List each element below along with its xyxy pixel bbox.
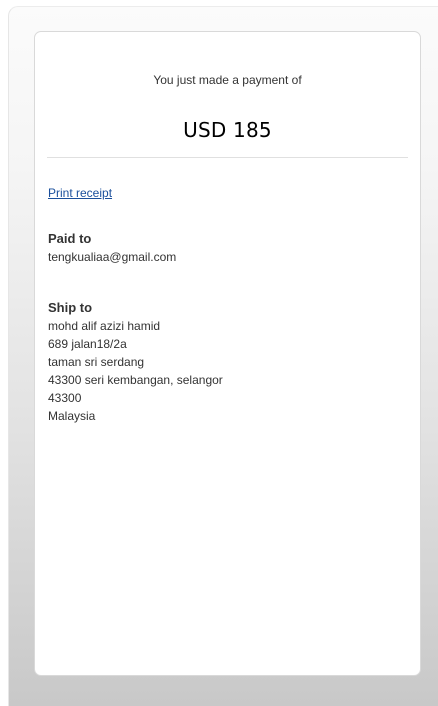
ship-to-street: 689 jalan18/2a bbox=[48, 337, 127, 351]
ship-to-section: Ship to mohd alif azizi hamid 689 jalan1… bbox=[48, 299, 223, 425]
ship-to-country: Malaysia bbox=[48, 409, 96, 423]
payment-confirmation-card: You just made a payment of USD 185 Print… bbox=[34, 31, 421, 676]
ship-to-city: 43300 seri kembangan, selangor bbox=[48, 373, 223, 387]
ship-to-postcode: 43300 bbox=[48, 391, 82, 405]
paid-to-email: tengkualiaa@gmail.com bbox=[48, 250, 177, 264]
paid-to-section: Paid to tengkualiaa@gmail.com bbox=[48, 230, 176, 266]
ship-to-heading: Ship to bbox=[48, 300, 93, 315]
divider bbox=[47, 157, 408, 158]
payment-amount: USD 185 bbox=[183, 118, 272, 142]
ship-to-area: taman sri serdang bbox=[48, 355, 145, 369]
print-receipt-link[interactable]: Print receipt bbox=[48, 186, 112, 200]
ship-to-name: mohd alif azizi hamid bbox=[48, 319, 161, 333]
paid-to-heading: Paid to bbox=[48, 231, 92, 246]
payment-label: You just made a payment of bbox=[153, 73, 302, 87]
